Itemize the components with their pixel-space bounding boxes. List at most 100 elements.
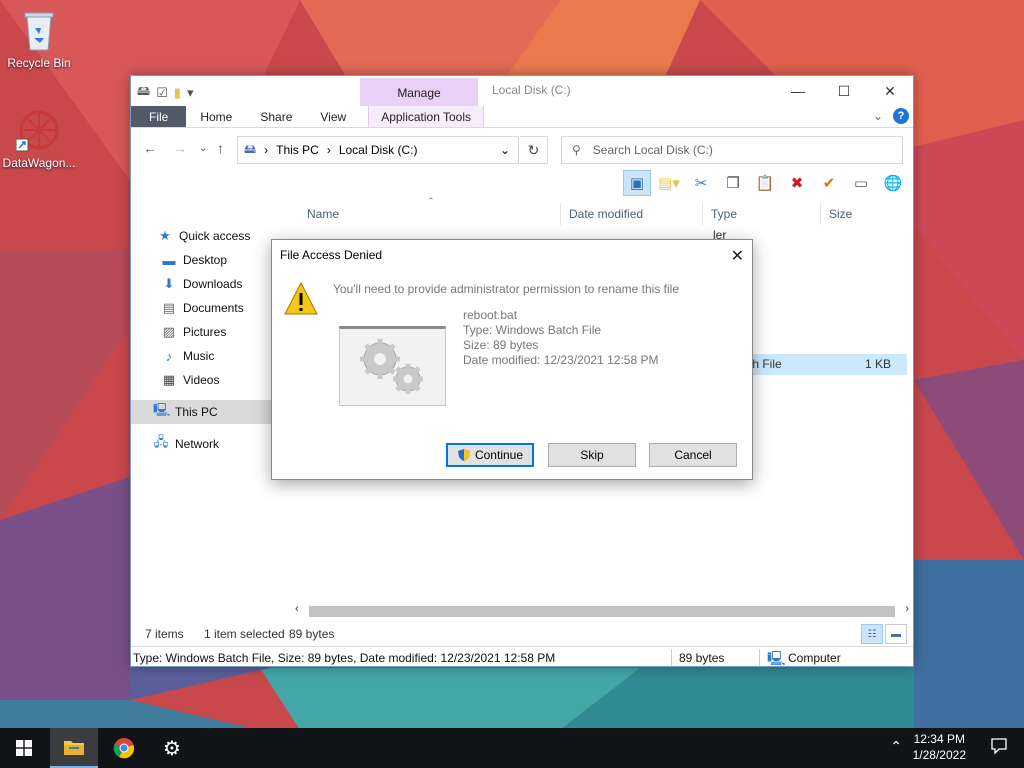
details-computer-icon: 🖳	[767, 650, 786, 666]
horizontal-scrollbar[interactable]: ‹ ›	[291, 603, 913, 620]
back-icon[interactable]: ←	[143, 140, 157, 156]
cut-icon[interactable]: ✂	[687, 170, 715, 196]
scroll-right-icon[interactable]: ›	[905, 603, 909, 615]
recycle-bin-icon	[15, 6, 63, 54]
nav-network[interactable]: 🖧 Network	[131, 432, 291, 456]
close-icon[interactable]: ✕	[731, 246, 744, 266]
file-date: Date modified: 12/23/2021 12:58 PM	[463, 353, 659, 367]
preview-pane-icon[interactable]: ▣	[623, 170, 651, 196]
download-icon: ⬇	[163, 276, 175, 291]
column-date-modified[interactable]: Date modified	[561, 203, 703, 225]
datawagon-icon	[15, 106, 63, 154]
address-row: ← → ⌄ ↑ 🖴 › This PC › Local Disk (C:) ⌄ …	[131, 128, 913, 168]
taskbar-chrome[interactable]	[100, 728, 148, 768]
desktop-icon-label: Recycle Bin	[7, 56, 71, 70]
file-thumbnail	[339, 326, 446, 406]
tab-view[interactable]: View	[306, 106, 360, 127]
dialog-title: File Access Denied	[280, 248, 383, 262]
start-button[interactable]	[0, 728, 48, 768]
window-title: Local Disk (C:)	[492, 83, 571, 97]
column-type[interactable]: Type	[703, 203, 821, 225]
tab-file[interactable]: File	[131, 106, 187, 127]
status-bar: 7 items 1 item selected 89 bytes ☷ ▬	[131, 624, 913, 644]
nav-documents[interactable]: ▤ Documents	[131, 296, 291, 320]
title-bar: 🖴 ☑ ▮ ▾ Manage Local Disk (C:) — ☐ ✕	[131, 76, 913, 106]
help-icon[interactable]: ?	[893, 108, 909, 124]
gears-icon	[360, 339, 423, 394]
globe-icon[interactable]: 🌐	[879, 170, 907, 196]
window-controls: — ☐ ✕	[775, 76, 913, 106]
desktop-icon-label: DataWagon...	[2, 156, 76, 170]
scroll-left-icon[interactable]: ‹	[295, 603, 299, 615]
tab-home[interactable]: Home	[186, 106, 246, 127]
nav-pictures[interactable]: ▨ Pictures	[131, 320, 291, 344]
command-toolbar: ▣ ▤▾ ✂ ❐ 📋 ✖ ✔ ▭ 🌐	[131, 168, 913, 200]
uac-shield-icon	[457, 449, 470, 461]
properties-icon[interactable]: ☑	[156, 85, 168, 101]
details-bar: Type: Windows Batch File, Size: 89 bytes…	[131, 646, 913, 667]
gear-icon: ⚙	[163, 737, 181, 760]
address-dropdown-icon[interactable]: ⌄	[500, 143, 510, 157]
network-icon: 🖧	[153, 434, 169, 449]
status-item-count: 7 items	[145, 627, 184, 641]
quick-access-toolbar: 🖴 ☑ ▮ ▾	[137, 82, 193, 104]
file-type: Type: Windows Batch File	[463, 323, 602, 337]
forward-icon[interactable]: →	[173, 140, 187, 156]
skip-button[interactable]: Skip	[548, 443, 636, 467]
large-icons-view-icon[interactable]: ▬	[885, 624, 907, 644]
desktop-icon-recycle-bin[interactable]: Recycle Bin	[1, 6, 77, 70]
chrome-icon	[113, 738, 135, 759]
taskbar-settings[interactable]: ⚙	[148, 728, 196, 768]
nav-videos[interactable]: ▦ Videos	[131, 368, 291, 392]
address-bar[interactable]: 🖴 › This PC › Local Disk (C:) ⌄	[237, 136, 519, 164]
paste-icon[interactable]: 📋	[751, 170, 779, 196]
customize-qat-icon[interactable]: ▾	[187, 85, 194, 101]
music-icon: ♪	[165, 348, 173, 364]
tab-share[interactable]: Share	[246, 106, 306, 127]
desktop-icon-datawagon[interactable]: DataWagon...	[1, 106, 77, 170]
tray-clock[interactable]: 12:34 PM 1/28/2022	[913, 731, 966, 763]
breadcrumb-this-pc[interactable]: This PC	[276, 143, 319, 157]
details-size: 89 bytes	[679, 651, 725, 665]
maximize-icon[interactable]: ☐	[821, 76, 867, 106]
new-item-icon[interactable]: ▤▾	[655, 170, 683, 196]
warning-icon	[284, 281, 318, 315]
breadcrumb-local-disk[interactable]: Local Disk (C:)	[339, 143, 418, 157]
nav-desktop[interactable]: ▬ Desktop	[131, 248, 291, 272]
refresh-icon[interactable]: ↻	[520, 136, 548, 164]
rename-icon[interactable]: ▭	[847, 170, 875, 196]
notifications-icon[interactable]	[990, 737, 1008, 755]
copy-icon[interactable]: ❐	[719, 170, 747, 196]
up-icon[interactable]: ↑	[217, 140, 224, 156]
status-selected: 1 item selected	[204, 627, 285, 641]
expand-ribbon-icon[interactable]: ⌄	[873, 109, 883, 123]
rename-check-icon[interactable]: ✔	[815, 170, 843, 196]
close-icon[interactable]: ✕	[867, 76, 913, 106]
cancel-button[interactable]: Cancel	[649, 443, 737, 467]
show-hidden-icons-icon[interactable]: ⌃	[890, 738, 902, 755]
file-info: reboot.bat Type: Windows Batch File Size…	[463, 308, 658, 368]
nav-quick-access[interactable]: ★ Quick access	[131, 224, 291, 248]
documents-icon: ▤	[162, 300, 176, 315]
new-folder-icon[interactable]: ▮	[174, 85, 181, 101]
tab-manage[interactable]: Manage	[360, 78, 478, 106]
clock-time: 12:34 PM	[913, 732, 965, 746]
delete-icon[interactable]: ✖	[783, 170, 811, 196]
column-size[interactable]: Size	[821, 203, 901, 225]
scroll-thumb[interactable]	[309, 606, 895, 617]
drive-icon[interactable]: 🖴	[137, 82, 150, 104]
recent-locations-icon[interactable]: ⌄	[199, 143, 207, 154]
tab-application-tools[interactable]: Application Tools	[368, 106, 485, 127]
search-icon: ⚲	[572, 143, 581, 157]
taskbar-file-explorer[interactable]	[50, 728, 98, 768]
continue-button[interactable]: Continue	[446, 443, 534, 467]
details-view-icon[interactable]: ☷	[861, 624, 883, 644]
nav-this-pc[interactable]: 🖳 This PC	[131, 400, 291, 424]
nav-downloads[interactable]: ⬇ Downloads	[131, 272, 291, 296]
taskbar: ⚙ ⌃ 12:34 PM 1/28/2022	[0, 728, 1024, 768]
search-input[interactable]: ⚲ Search Local Disk (C:)	[561, 136, 903, 164]
videos-icon: ▦	[162, 372, 176, 387]
breadcrumb-separator: ›	[264, 143, 269, 157]
nav-music[interactable]: ♪ Music	[131, 344, 291, 368]
minimize-icon[interactable]: —	[775, 76, 821, 106]
